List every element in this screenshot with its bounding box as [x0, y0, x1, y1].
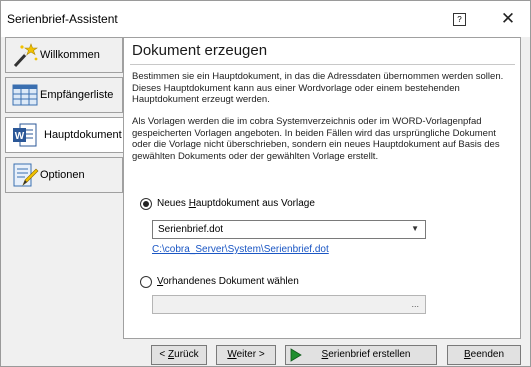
new-from-template-radio[interactable]: [140, 198, 152, 210]
svg-text:W: W: [15, 131, 25, 142]
template-path-link[interactable]: C:\cobra_Server\System\Serienbrief.dot: [152, 244, 329, 255]
help-icon[interactable]: ?: [453, 13, 466, 26]
sidebar-item-label: Empfängerliste: [40, 89, 114, 101]
word-document-icon: W: [13, 123, 37, 147]
existing-document-radio[interactable]: [140, 276, 152, 288]
title-divider: [130, 64, 515, 65]
magic-wand-icon: [13, 43, 38, 68]
template-select-value: Serienbrief.dot: [158, 224, 224, 235]
window-title: Serienbrief-Assistent: [7, 12, 118, 26]
table-grid-icon: [12, 84, 38, 106]
browse-button[interactable]: ...: [411, 299, 419, 309]
intro-paragraph: Bestimmen sie ein Hauptdokument, in das …: [132, 71, 504, 105]
close-icon[interactable]: ✕: [496, 8, 520, 30]
sidebar-item-label: Hauptdokument: [44, 129, 122, 141]
existing-document-path-field[interactable]: ...: [152, 295, 426, 314]
back-button[interactable]: < Zurück: [151, 345, 207, 365]
main-panel: Dokument erzeugen Bestimmen sie ein Haup…: [123, 37, 521, 339]
sidebar-item-willkommen[interactable]: Willkommen: [5, 37, 123, 73]
wizard-window: Serienbrief-Assistent ? ✕ Willkommen Emp…: [0, 0, 531, 367]
sidebar-item-optionen[interactable]: Optionen: [5, 157, 123, 193]
finish-button[interactable]: Beenden: [447, 345, 521, 365]
title-bar: Serienbrief-Assistent ? ✕: [1, 1, 530, 37]
next-button[interactable]: Weiter >: [216, 345, 276, 365]
chevron-down-icon[interactable]: ▼: [411, 224, 419, 233]
play-icon: [290, 348, 302, 362]
sidebar-item-label: Willkommen: [40, 49, 100, 61]
sidebar-item-hauptdokument[interactable]: W Hauptdokument: [5, 117, 125, 153]
sidebar-item-empfaengerliste[interactable]: Empfängerliste: [5, 77, 123, 113]
page-title: Dokument erzeugen: [132, 42, 268, 59]
existing-document-label[interactable]: Vorhandenes Dokument wählen: [157, 276, 299, 287]
new-from-template-label[interactable]: Neues Hauptdokument aus Vorlage: [157, 198, 315, 209]
pencil-document-icon: [13, 163, 39, 187]
create-serial-letter-button[interactable]: Serienbrief erstellen: [285, 345, 437, 365]
info-paragraph: Als Vorlagen werden die im cobra Systemv…: [132, 116, 500, 162]
template-select[interactable]: Serienbrief.dot ▼: [152, 220, 426, 239]
sidebar-item-label: Optionen: [40, 169, 85, 181]
